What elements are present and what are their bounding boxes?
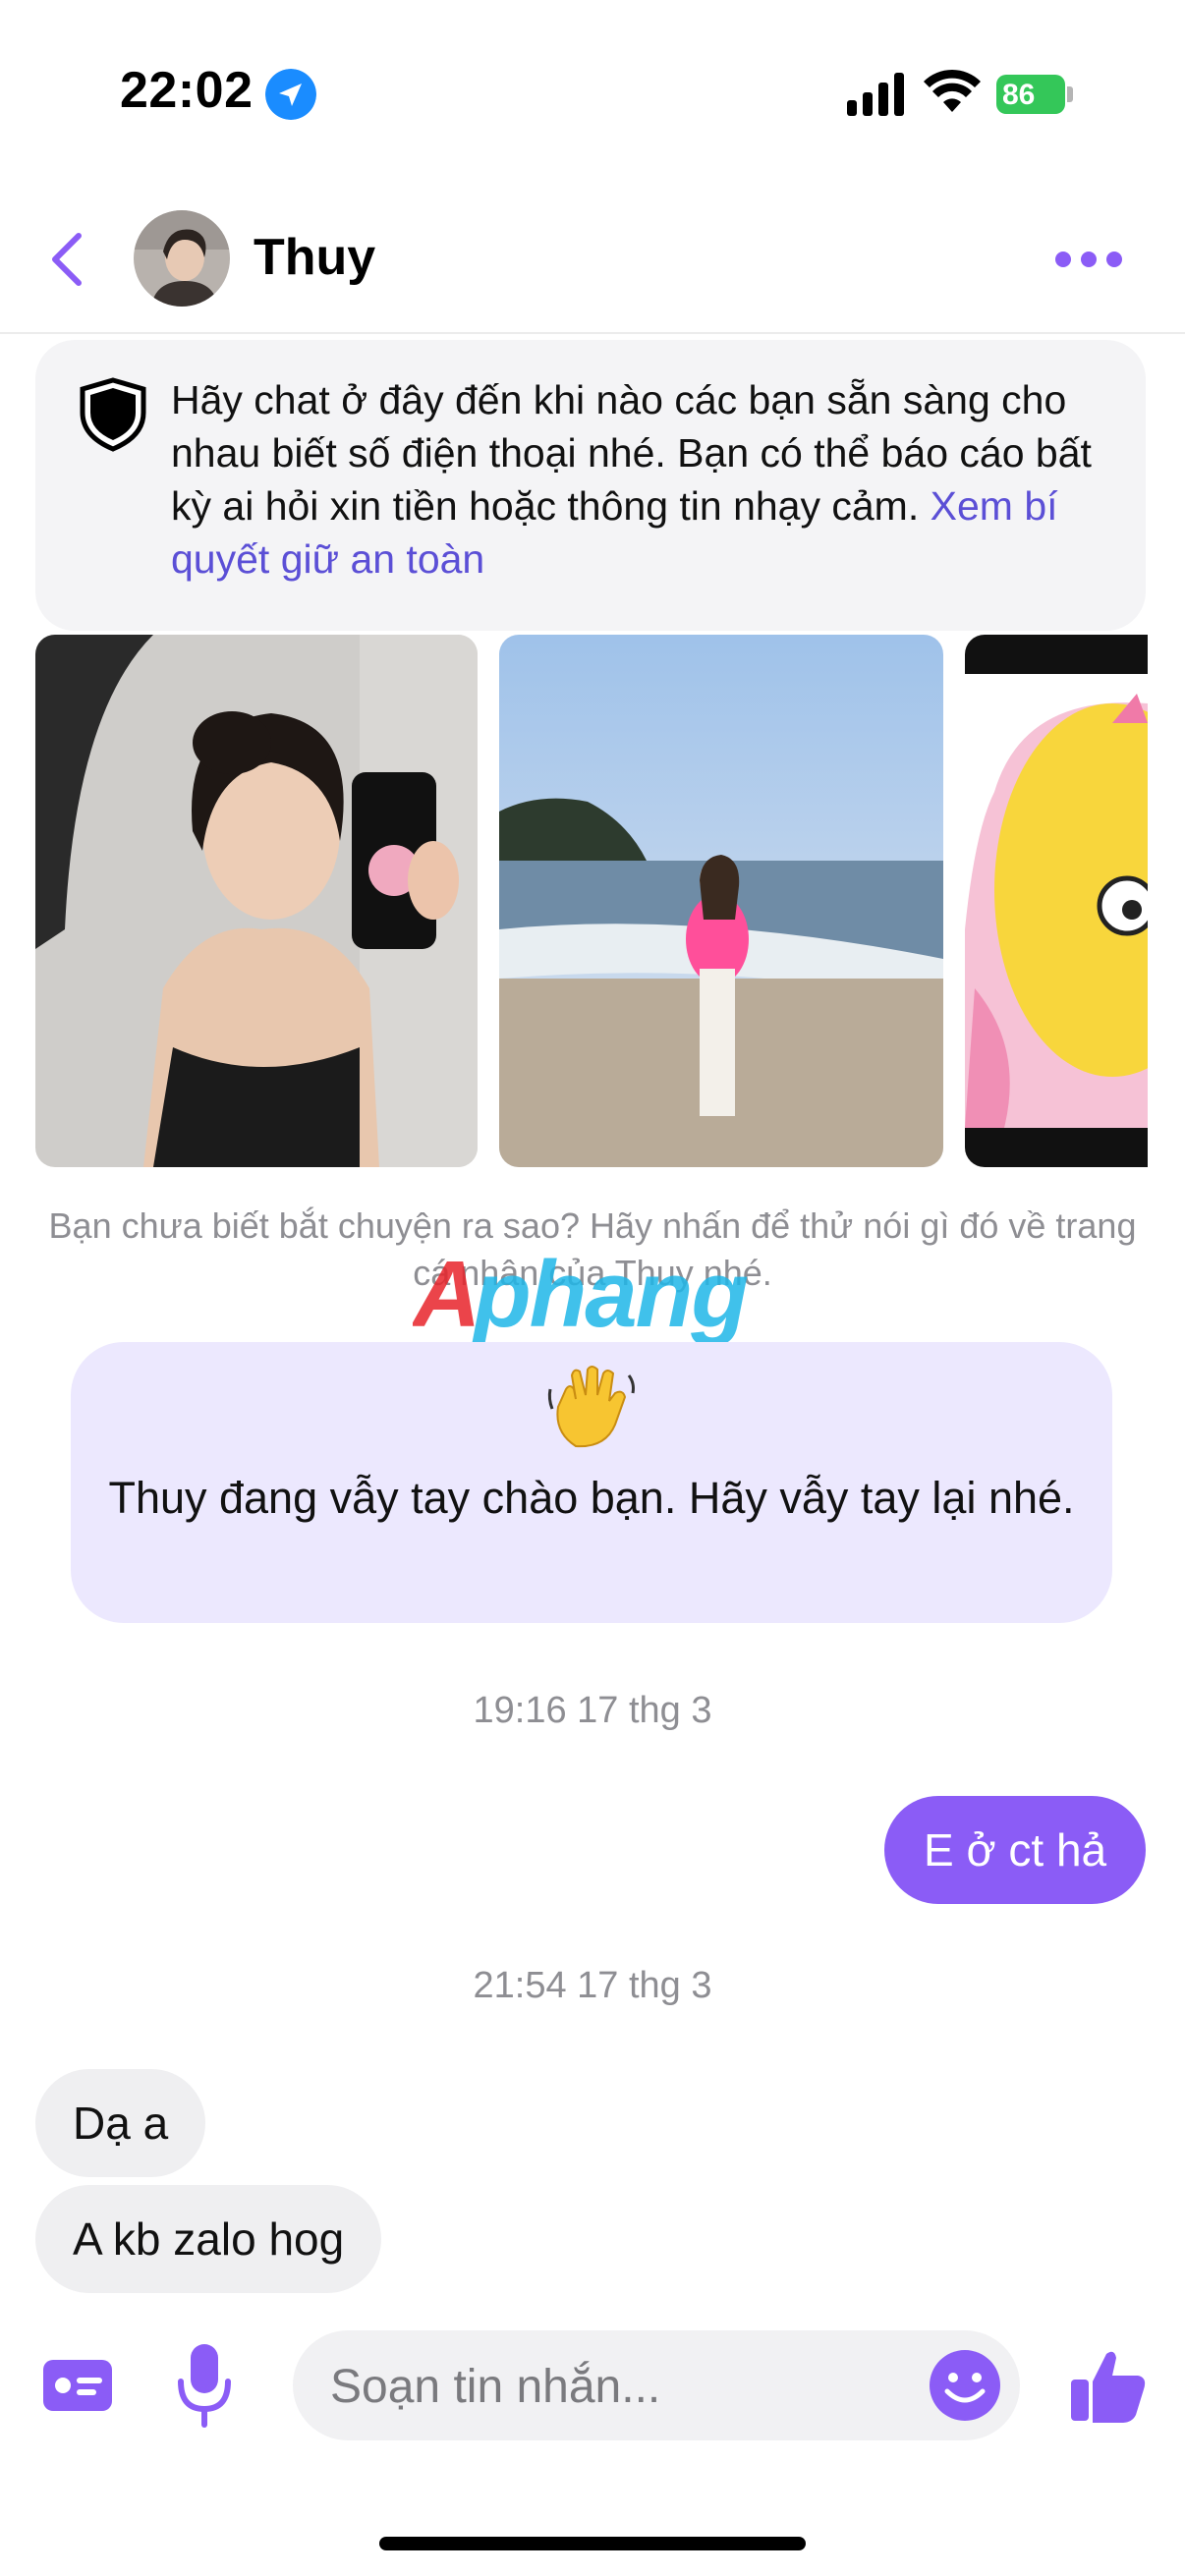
message-composer — [293, 2330, 1020, 2442]
incoming-message[interactable]: A kb zalo hog — [35, 2185, 382, 2293]
battery-charging-icon: 86 — [996, 75, 1075, 114]
chevron-left-icon[interactable] — [47, 232, 86, 287]
incoming-message[interactable]: Dạ a — [35, 2069, 206, 2177]
home-indicator — [379, 2537, 806, 2550]
emoji-icon[interactable] — [928, 2348, 1002, 2423]
message-timestamp: 19:16 17 thg 3 — [473, 1690, 712, 1731]
microphone-icon[interactable] — [175, 2342, 234, 2429]
shield-icon — [80, 377, 146, 452]
message-timestamp: 21:54 17 thg 3 — [473, 1965, 712, 2006]
profile-photo[interactable] — [965, 635, 1148, 1167]
watermark-logo: A phang — [413, 1242, 749, 1347]
outgoing-message[interactable]: E ở ct hả — [884, 1796, 1147, 1904]
contact-card-icon[interactable] — [41, 2356, 114, 2415]
message-input[interactable] — [328, 2330, 882, 2442]
wave-message: Thuy đang vẫy tay chào bạn. Hãy vẫy tay … — [108, 1473, 1075, 1523]
location-arrow-icon — [265, 69, 316, 120]
profile-photo[interactable] — [499, 635, 943, 1167]
safety-notice-text: Hãy chat ở đây đến khi nào các bạn sẵn s… — [171, 373, 1134, 586]
svg-text:A: A — [413, 1242, 479, 1347]
battery-level: 86 — [1002, 79, 1036, 111]
svg-text:phang: phang — [471, 1242, 747, 1347]
avatar[interactable] — [134, 210, 230, 307]
contact-name[interactable]: Thuy — [254, 228, 375, 287]
wifi-icon — [924, 69, 981, 112]
profile-photo[interactable] — [35, 635, 478, 1167]
more-horizontal-icon[interactable] — [1053, 248, 1124, 271]
status-time: 22:02 — [120, 62, 254, 119]
signal-icon — [847, 73, 904, 116]
thumbs-up-icon[interactable] — [1069, 2346, 1148, 2425]
waving-hand-icon — [547, 1366, 635, 1448]
